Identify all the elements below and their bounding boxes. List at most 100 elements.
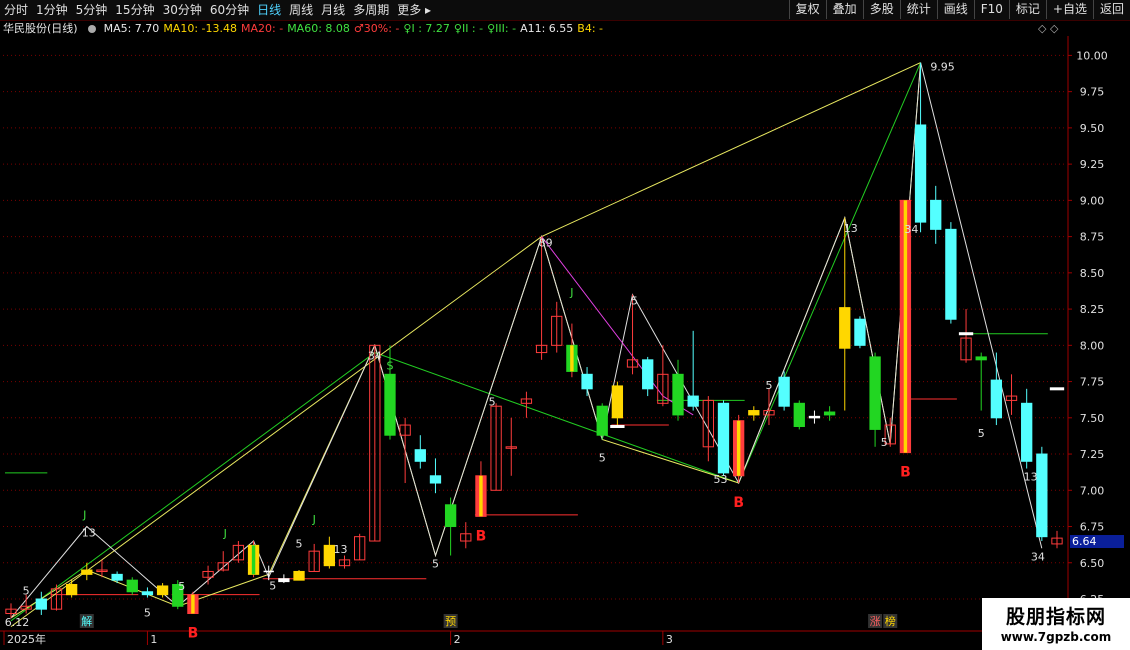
candle-body-inner [479, 475, 483, 517]
candle-body [854, 318, 866, 346]
price-tick-label: 9.50 [1080, 122, 1105, 135]
price-tick-label: 9.00 [1080, 194, 1105, 207]
candle-body [581, 373, 593, 390]
candle-body [278, 578, 290, 583]
event-mark-label: 榜 [885, 614, 896, 628]
signal-label: 13 [844, 222, 858, 235]
signal-label: 13 [1024, 471, 1038, 484]
buy-signal-b: B [476, 528, 487, 544]
candle-body [748, 410, 760, 416]
candle-body [444, 504, 457, 528]
time-tick-label: 2025年 [7, 632, 46, 646]
signal-label: 13 [82, 527, 96, 540]
candle-body [611, 385, 624, 419]
price-tick-label: 8.75 [1080, 231, 1105, 244]
candle-body [414, 449, 426, 462]
signal-label: 34 [1031, 550, 1045, 563]
candle-body-inner [251, 545, 256, 575]
candle-body [975, 356, 987, 361]
price-tick-label: 7.50 [1080, 412, 1105, 425]
time-tick-label: 3 [666, 633, 673, 646]
price-tick-label: 6.50 [1080, 557, 1105, 570]
candle-body [687, 395, 699, 407]
signal-label: 9.95 [930, 61, 955, 74]
white-marker [610, 425, 625, 429]
signal-label: J [223, 527, 227, 540]
signal-label: J [82, 509, 86, 522]
candle-body [672, 373, 684, 416]
signal-label: 5 [978, 427, 985, 440]
price-tick-label: 7.25 [1080, 448, 1105, 461]
candle-body [642, 359, 654, 390]
time-axis: 2025年1234解预涨榜 [3, 614, 1006, 646]
candle-body [126, 579, 138, 593]
price-tick-label: 7.75 [1080, 376, 1105, 389]
price-axis: 10.00 9.75 9.50 9.25 9.00 8.75 8.50 8.25 8.00 7.7… [1068, 49, 1108, 606]
price-tick-label: 8.25 [1080, 303, 1105, 316]
candlesticks [5, 62, 1065, 618]
event-mark-label: 预 [445, 615, 456, 628]
white-marker [1049, 387, 1065, 391]
buy-signal-b: B [188, 626, 199, 642]
candle-body [156, 585, 169, 596]
kline-chart[interactable]: 6.125J1355J55J1334S5589J555351359.953451… [0, 0, 1130, 650]
signal-label: 5 [144, 606, 151, 619]
candle-body [930, 199, 942, 230]
signal-label: 5 [765, 379, 772, 392]
candle-body [384, 373, 396, 436]
signal-label: 5 [631, 295, 638, 308]
candle-body-inner [736, 420, 741, 476]
candle-body [717, 402, 730, 474]
signal-labels: 6.125J1355J55J1334S5589J555351359.953451… [5, 61, 1045, 642]
white-marker [958, 332, 974, 336]
buy-signal-b: B [733, 495, 744, 511]
candle-body [596, 405, 608, 436]
signal-label: 5 [881, 436, 888, 449]
candle-body [793, 402, 805, 428]
signal-label: 13 [334, 543, 348, 556]
trend-lines [10, 62, 1043, 628]
candle-body [945, 228, 957, 320]
signal-label: J [569, 286, 573, 299]
signal-label: 5 [432, 558, 439, 571]
event-mark-label: 解 [81, 614, 92, 628]
candle-body [35, 598, 47, 610]
candle-body [1036, 453, 1048, 538]
price-tick-label: 8.50 [1080, 267, 1105, 280]
price-tick-label: 10.00 [1076, 49, 1108, 62]
candle-body-inner [903, 200, 908, 453]
signal-label: 5 [178, 580, 185, 593]
signal-label: 6.12 [5, 616, 30, 629]
candle-body [808, 415, 821, 419]
signal-label: 5 [599, 452, 606, 465]
white-zigzag-line [10, 62, 1043, 619]
candle-body [1021, 402, 1033, 462]
buy-signal-b: B [900, 465, 911, 481]
event-mark-label: 涨 [870, 615, 881, 628]
candle-body [293, 570, 305, 581]
price-tick-label: 9.75 [1080, 86, 1105, 99]
signal-label: 5 [23, 585, 30, 598]
signal-label: S [386, 359, 393, 372]
watermark-logo: 股朋指标网 www.7gpzb.com [982, 598, 1130, 650]
signal-label: 5 [296, 537, 303, 550]
candle-body [990, 379, 1003, 419]
candle-body-inner [191, 594, 195, 614]
signal-label: 5 [489, 395, 496, 408]
watermark-url: www.7gpzb.com [1000, 630, 1112, 644]
candle-body [141, 591, 154, 596]
signal-label: 53 [713, 473, 727, 486]
price-tick-label: 6.75 [1080, 521, 1105, 534]
candle-body-inner [570, 345, 574, 372]
candle-body [111, 573, 123, 581]
candle-body [869, 356, 881, 430]
level-lines [5, 333, 1048, 596]
candle-body [839, 307, 851, 349]
price-tick-label: 8.00 [1080, 339, 1105, 352]
candle-body [914, 124, 927, 223]
signal-label: J [312, 513, 316, 526]
candle-body [429, 475, 442, 484]
watermark-title: 股朋指标网 [1005, 606, 1106, 628]
signal-label: 34 [904, 223, 918, 236]
candle-body [65, 584, 78, 596]
